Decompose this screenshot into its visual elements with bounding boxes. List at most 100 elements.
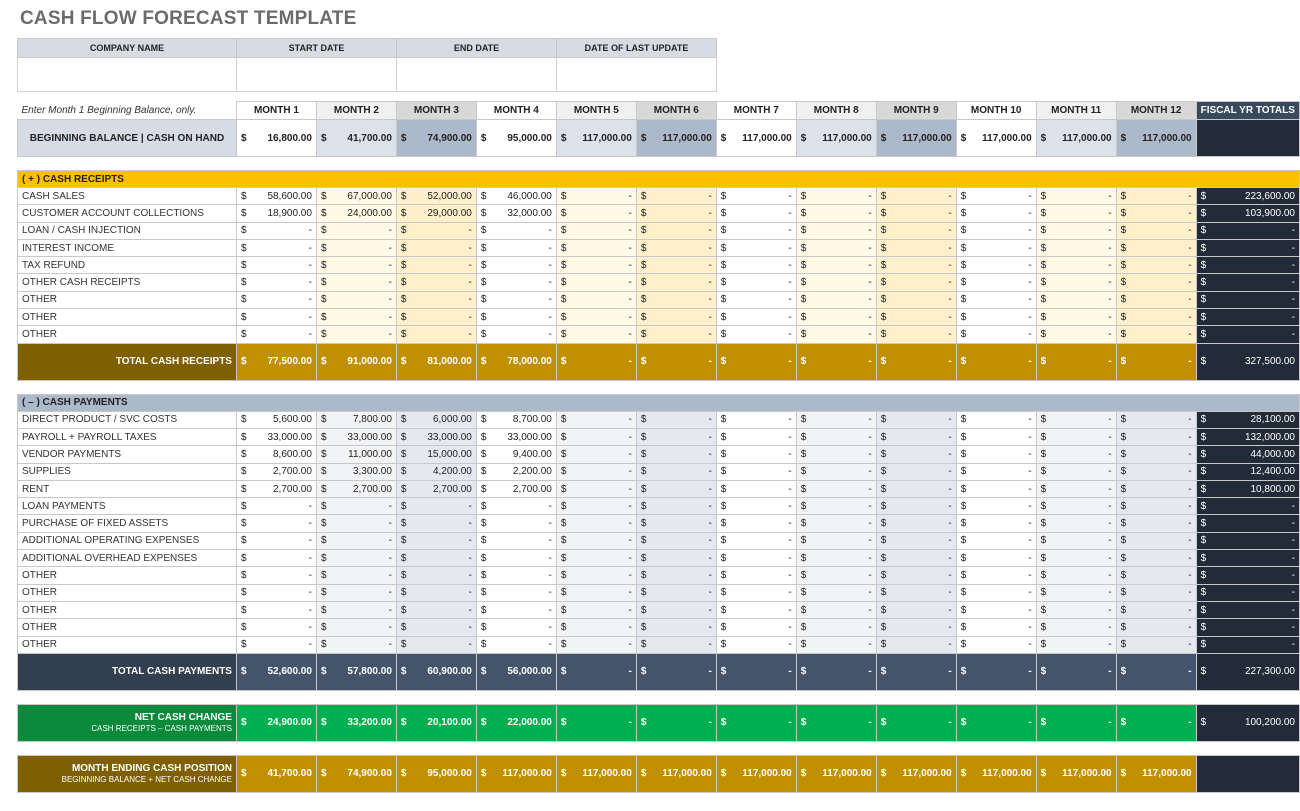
payment-cell[interactable]: $ - (1035, 635, 1117, 654)
receipt-cell[interactable]: $ - (555, 325, 637, 344)
receipt-cell[interactable]: $ - (475, 256, 557, 275)
receipt-cell[interactable]: $ - (555, 290, 637, 310)
payment-cell[interactable]: $ - (315, 549, 397, 568)
payment-cell[interactable]: $ - (875, 600, 957, 620)
receipt-cell[interactable]: $67,000.00 (315, 186, 397, 206)
payment-cell[interactable]: $ - (1035, 600, 1117, 620)
payment-cell[interactable]: $8,700.00 (475, 410, 557, 429)
receipt-cell[interactable]: $ - (635, 221, 717, 240)
payment-cell[interactable]: $ - (555, 566, 637, 585)
payment-cell[interactable]: $9,400.00 (475, 445, 557, 464)
receipt-cell[interactable]: $ - (235, 256, 317, 275)
receipt-cell[interactable]: $ - (555, 204, 637, 223)
payment-cell[interactable]: $ - (875, 410, 957, 429)
payment-cell[interactable]: $ - (955, 635, 1037, 654)
payment-cell[interactable]: $ - (235, 497, 317, 516)
receipt-cell[interactable]: $ - (715, 273, 797, 292)
receipt-cell[interactable]: $ - (395, 290, 477, 310)
payment-cell[interactable]: $ - (955, 479, 1037, 499)
receipt-cell[interactable]: $ - (1035, 256, 1117, 275)
payment-cell[interactable]: $ - (955, 583, 1037, 602)
payment-cell[interactable]: $ - (315, 531, 397, 551)
receipt-cell[interactable]: $ - (715, 325, 797, 344)
payment-cell[interactable]: $ - (955, 410, 1037, 429)
receipt-cell[interactable]: $ - (795, 256, 877, 275)
payment-cell[interactable]: $ - (635, 583, 717, 602)
payment-cell[interactable]: $ - (1115, 566, 1197, 585)
receipt-cell[interactable]: $ - (875, 273, 957, 292)
receipt-cell[interactable]: $ - (315, 290, 397, 310)
payment-cell[interactable]: $ - (715, 445, 797, 464)
receipt-cell[interactable]: $ - (555, 186, 637, 206)
receipt-cell[interactable]: $ - (1115, 221, 1197, 240)
payment-cell[interactable]: $ - (475, 618, 557, 637)
payment-cell[interactable]: $ - (1115, 479, 1197, 499)
payment-cell[interactable]: $ - (875, 583, 957, 602)
receipt-cell[interactable]: $ - (635, 290, 717, 310)
payment-cell[interactable]: $ - (635, 410, 717, 429)
receipt-cell[interactable]: $ - (315, 308, 397, 327)
receipt-cell[interactable]: $ - (555, 273, 637, 292)
payment-cell[interactable]: $ - (555, 600, 637, 620)
payment-cell[interactable]: $ - (955, 445, 1037, 464)
payment-cell[interactable]: $ - (875, 566, 957, 585)
payment-cell[interactable]: $ - (1035, 462, 1117, 481)
payment-cell[interactable]: $ - (1035, 566, 1117, 585)
receipt-cell[interactable]: $46,000.00 (475, 186, 557, 206)
receipt-cell[interactable]: $ - (955, 273, 1037, 292)
receipt-cell[interactable]: $ - (635, 186, 717, 206)
payment-cell[interactable]: $ - (715, 618, 797, 637)
payment-cell[interactable]: $ - (395, 531, 477, 551)
payment-cell[interactable]: $ - (955, 600, 1037, 620)
receipt-cell[interactable]: $ - (1115, 290, 1197, 310)
payment-cell[interactable]: $ - (795, 445, 877, 464)
payment-cell[interactable]: $ - (795, 618, 877, 637)
payment-cell[interactable]: $ - (875, 531, 957, 551)
receipt-cell[interactable]: $ - (1115, 308, 1197, 327)
payment-cell[interactable]: $ - (795, 427, 877, 447)
receipt-cell[interactable]: $ - (1035, 325, 1117, 344)
payment-cell[interactable]: $ - (395, 600, 477, 620)
payment-cell[interactable]: $ - (875, 427, 957, 447)
payment-cell[interactable]: $ - (635, 514, 717, 533)
payment-cell[interactable]: $ - (1115, 445, 1197, 464)
payment-cell[interactable]: $ - (1115, 514, 1197, 533)
receipt-cell[interactable]: $ - (715, 221, 797, 240)
payment-cell[interactable]: $ - (715, 410, 797, 429)
payment-cell[interactable]: $2,700.00 (395, 479, 477, 499)
payment-cell[interactable]: $ - (395, 514, 477, 533)
payment-cell[interactable]: $ - (1115, 549, 1197, 568)
receipt-cell[interactable]: $ - (235, 290, 317, 310)
payment-cell[interactable]: $ - (555, 618, 637, 637)
payment-cell[interactable]: $ - (395, 497, 477, 516)
payment-cell[interactable]: $ - (715, 566, 797, 585)
receipt-cell[interactable]: $ - (555, 256, 637, 275)
end-date-field[interactable] (396, 57, 557, 92)
payment-cell[interactable]: $ - (555, 479, 637, 499)
payment-cell[interactable]: $ - (635, 445, 717, 464)
receipt-cell[interactable]: $18,900.00 (235, 204, 317, 223)
receipt-cell[interactable]: $ - (955, 325, 1037, 344)
receipt-cell[interactable]: $ - (395, 325, 477, 344)
payment-cell[interactable]: $ - (715, 531, 797, 551)
payment-cell[interactable]: $ - (395, 566, 477, 585)
payment-cell[interactable]: $2,700.00 (235, 462, 317, 481)
payment-cell[interactable]: $ - (795, 514, 877, 533)
payment-cell[interactable]: $ - (1035, 583, 1117, 602)
receipt-cell[interactable]: $ - (315, 273, 397, 292)
receipt-cell[interactable]: $ - (1035, 221, 1117, 240)
payment-cell[interactable]: $ - (395, 549, 477, 568)
receipt-cell[interactable]: $ - (635, 204, 717, 223)
payment-cell[interactable]: $ - (555, 549, 637, 568)
payment-cell[interactable]: $ - (955, 427, 1037, 447)
receipt-cell[interactable]: $ - (555, 308, 637, 327)
receipt-cell[interactable]: $ - (1115, 273, 1197, 292)
receipt-cell[interactable]: $ - (315, 325, 397, 344)
payment-cell[interactable]: $ - (875, 445, 957, 464)
payment-cell[interactable]: $ - (635, 531, 717, 551)
payment-cell[interactable]: $ - (635, 600, 717, 620)
receipt-cell[interactable]: $ - (395, 308, 477, 327)
receipt-cell[interactable]: $ - (315, 221, 397, 240)
payment-cell[interactable]: $ - (315, 600, 397, 620)
payment-cell[interactable]: $ - (475, 600, 557, 620)
